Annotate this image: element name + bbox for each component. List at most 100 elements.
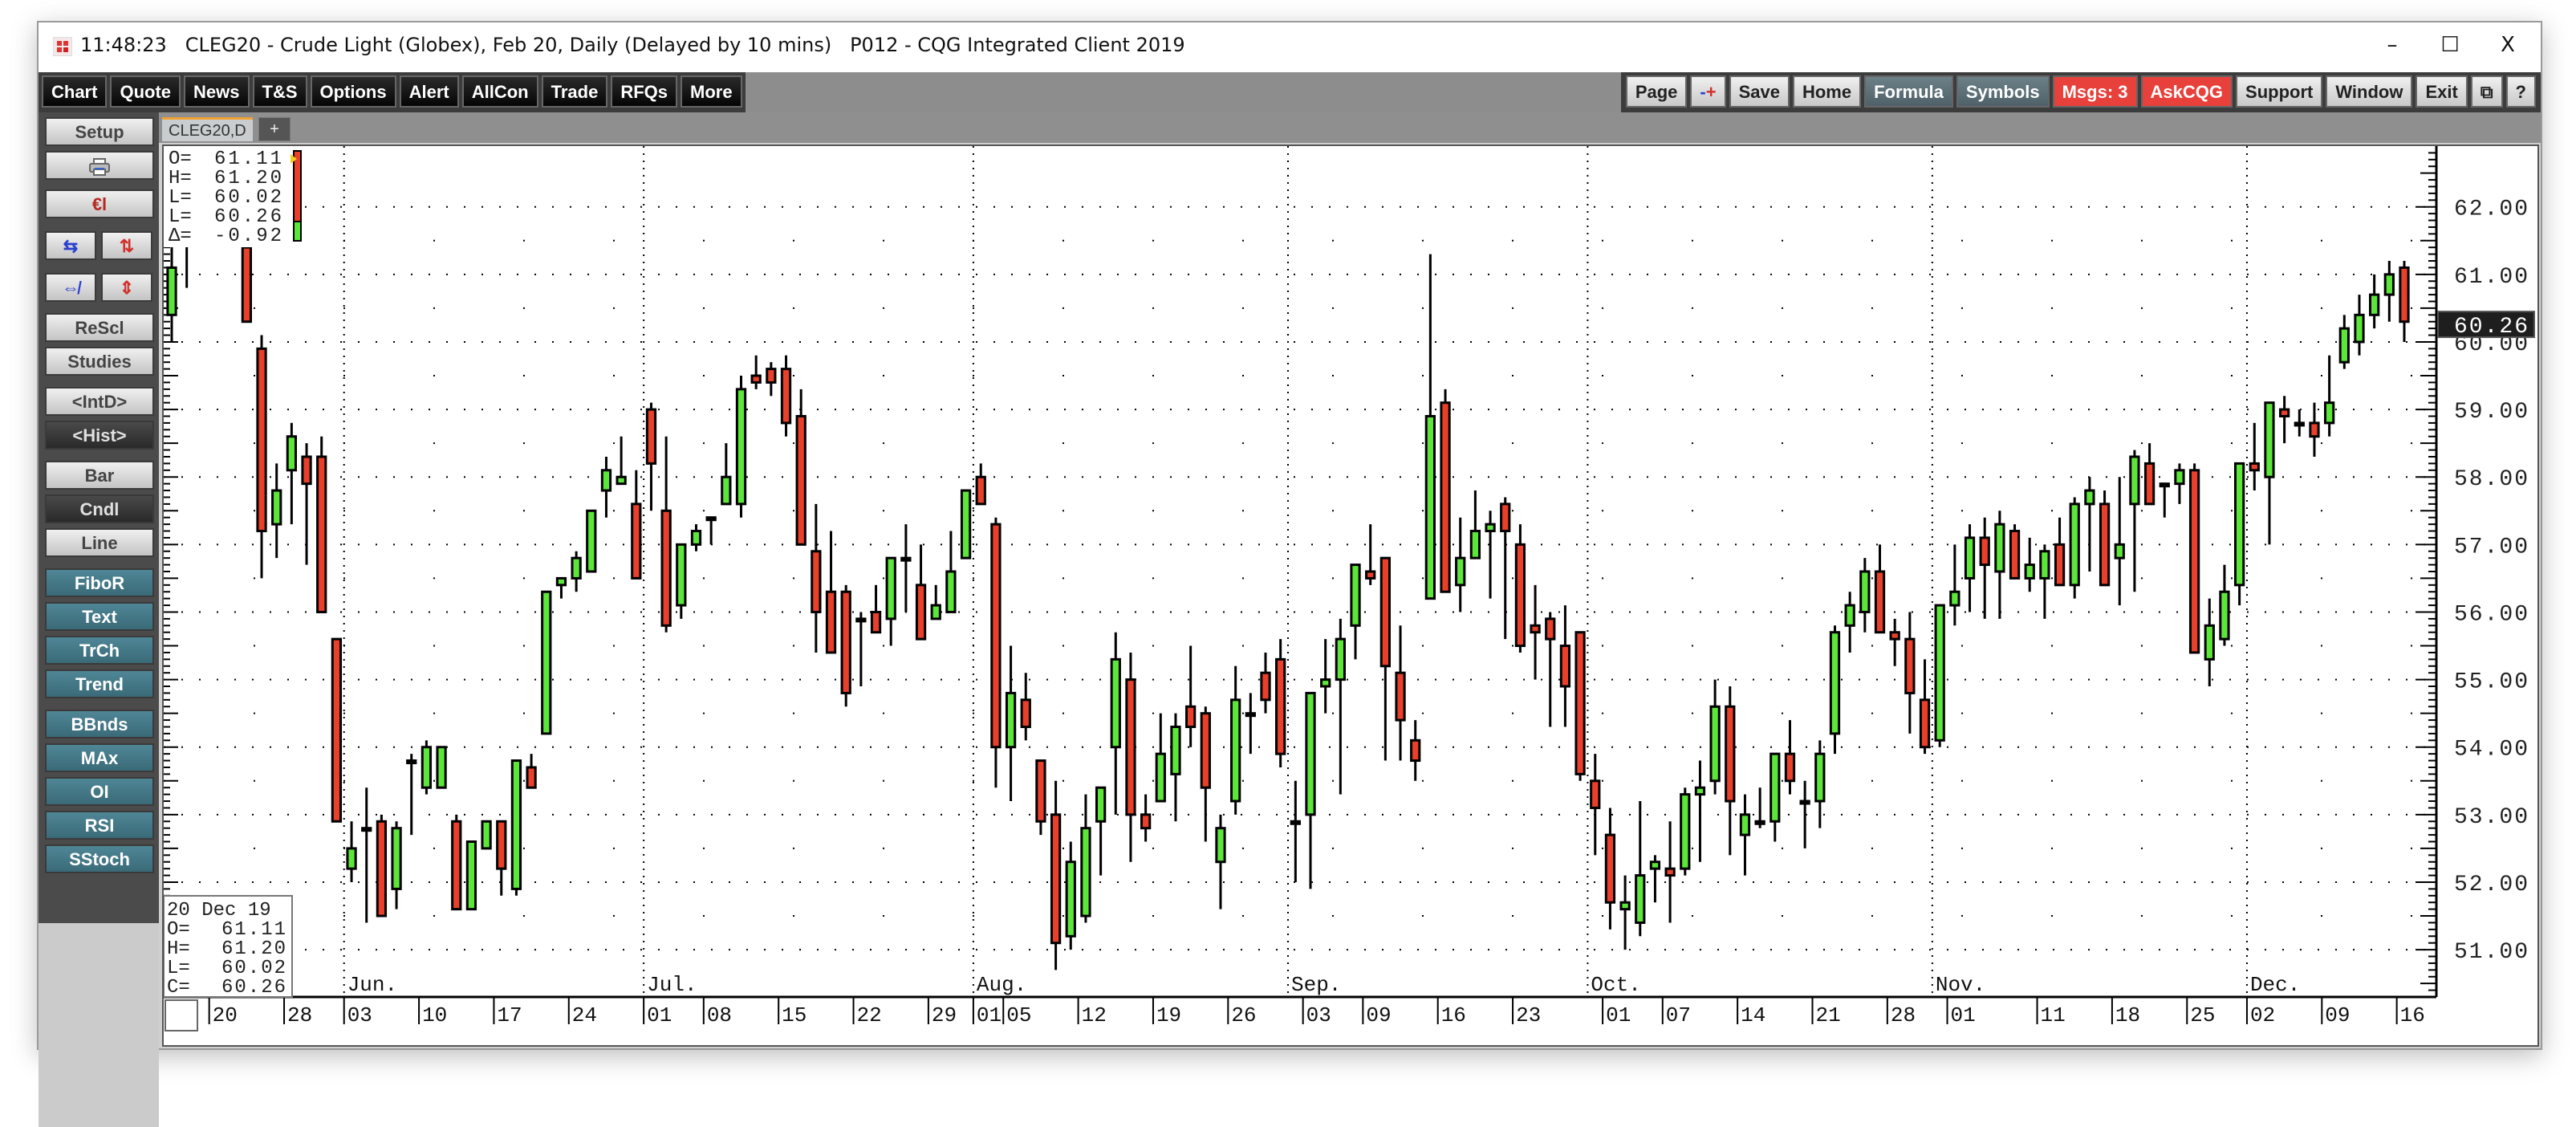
candle-body-down	[241, 246, 252, 323]
toolbar-allcon-button[interactable]: AllCon	[461, 75, 538, 108]
candle[interactable]	[2099, 490, 2111, 587]
close-button[interactable]: X	[2480, 29, 2536, 61]
toolbar-restore-layout-button[interactable]: ⧉	[2470, 75, 2503, 108]
ohlc-bottom-date: 20 Dec 19	[167, 900, 271, 922]
candle-body-down	[2143, 462, 2155, 506]
study-bbnds-button[interactable]: BBnds	[45, 710, 154, 738]
historical-button[interactable]: <Hist>	[45, 421, 154, 450]
toolbar-msgs3-button[interactable]: Msgs: 3	[2052, 75, 2138, 108]
tool-fibor-button[interactable]: FiboR	[45, 568, 154, 597]
candle-body-up	[2383, 273, 2395, 296]
candle[interactable]	[735, 376, 747, 518]
candle-body-down	[1395, 671, 1406, 722]
compress-vertical-button[interactable]: ⇕	[101, 273, 152, 302]
study-rsi-button[interactable]: RSI	[45, 811, 154, 840]
candle[interactable]	[510, 759, 522, 896]
candle[interactable]	[465, 840, 477, 911]
candle[interactable]	[481, 820, 492, 850]
candle[interactable]	[376, 814, 388, 917]
candle-body-up	[1005, 691, 1017, 749]
toolbar-rfqs-button[interactable]: RFQs	[611, 75, 678, 108]
setup-button[interactable]: Setup	[45, 117, 154, 146]
candle[interactable]	[2009, 524, 2021, 580]
study-sstoch-button[interactable]: SStoch	[45, 844, 154, 873]
toolbar-trade-button[interactable]: Trade	[541, 75, 608, 108]
study-oi-button[interactable]: OI	[45, 777, 154, 806]
print-button[interactable]	[45, 151, 154, 180]
candle[interactable]	[2069, 497, 2080, 599]
candle-body-up	[1769, 752, 1781, 823]
candle[interactable]	[960, 489, 972, 559]
candle-body-up	[855, 617, 867, 623]
candle-body-up	[2084, 489, 2095, 506]
candle[interactable]	[331, 637, 343, 823]
candle[interactable]	[586, 509, 597, 573]
add-tab-button[interactable]: +	[258, 117, 291, 141]
toolbar-alert-button[interactable]: Alert	[399, 75, 459, 108]
tab-cleg20-d[interactable]: CLEG20,D	[162, 117, 253, 141]
candle[interactable]	[451, 814, 462, 911]
window-title-text: CLEG20 - Crude Light (Globex), Feb 20, D…	[185, 34, 1185, 56]
toolbar-ts-button[interactable]: T&S	[252, 75, 307, 108]
candle[interactable]	[541, 590, 552, 735]
candle[interactable]	[1680, 787, 1691, 876]
toolbar-chart-button[interactable]: Chart	[42, 75, 108, 108]
toolbar-formula-button[interactable]: Formula	[1864, 75, 1953, 108]
candle[interactable]	[1275, 639, 1286, 767]
swap-vertical-button[interactable]: ⇅	[101, 231, 152, 260]
candle[interactable]	[2233, 462, 2245, 606]
ohlc-bottom-value: 60.26	[221, 977, 287, 999]
candle[interactable]	[1440, 389, 1451, 593]
candle-chart-type-button[interactable]: Cndl	[45, 494, 154, 523]
candle[interactable]	[421, 740, 433, 795]
tool-trch-button[interactable]: TrCh	[45, 636, 154, 665]
toolbar-help-button[interactable]: ?	[2505, 75, 2536, 108]
candle[interactable]	[840, 584, 851, 707]
candle-body-down	[915, 584, 927, 641]
ohlc-top-value: -0.92	[214, 226, 284, 247]
chart-input-box[interactable]	[165, 999, 198, 1031]
toolbar-page-button[interactable]: Page	[1625, 75, 1688, 108]
studies-button[interactable]: Studies	[45, 347, 154, 376]
maximize-button[interactable]: ☐	[2422, 29, 2478, 61]
candlestick-chart[interactable]: 62.0061.0060.0059.0058.0057.0056.0055.00…	[163, 146, 2537, 1045]
date-tick-label: 01	[1951, 1003, 1976, 1027]
compress-horizontal-button[interactable]: ⇎	[45, 273, 96, 302]
swap-horizontal-button[interactable]: ⇆	[45, 231, 96, 260]
candle[interactable]	[1574, 631, 1586, 781]
excel-link-button[interactable]: €l	[45, 189, 154, 218]
minimize-button[interactable]: –	[2364, 29, 2420, 61]
toolbar-more-button[interactable]: More	[681, 75, 742, 108]
toolbar-quote-button[interactable]: Quote	[110, 75, 181, 108]
toolbar-window-button[interactable]: Window	[2326, 75, 2413, 108]
rescale-button[interactable]: ReScl	[45, 313, 154, 342]
window-title: 11:48:23 CLEG20 - Crude Light (Globex), …	[80, 34, 1185, 56]
candle[interactable]	[2188, 463, 2200, 654]
toolbar-exit-button[interactable]: Exit	[2416, 75, 2468, 108]
toolbar-zoom-toggle-button[interactable]: -+	[1690, 75, 1726, 108]
tool-text-button[interactable]: Text	[45, 602, 154, 631]
toolbar-support-button[interactable]: Support	[2236, 75, 2323, 108]
toolbar-home-button[interactable]: Home	[1792, 75, 1862, 108]
toolbar-save-button[interactable]: Save	[1729, 75, 1790, 108]
candle-body-down	[301, 455, 312, 486]
candle[interactable]	[1514, 524, 1526, 653]
candle[interactable]	[316, 436, 327, 613]
bar-chart-type-button[interactable]: Bar	[45, 461, 154, 490]
line-chart-type-button[interactable]: Line	[45, 528, 154, 557]
toolbar-options-button[interactable]: Options	[310, 75, 396, 108]
tool-trend-button[interactable]: Trend	[45, 669, 154, 698]
toolbar-symbols-button[interactable]: Symbols	[1956, 75, 2050, 108]
toolbar-askcqg-button[interactable]: AskCQG	[2140, 75, 2233, 108]
toolbar-news-button[interactable]: News	[184, 75, 250, 108]
month-label: Aug.	[977, 973, 1026, 997]
month-label: Oct.	[1591, 973, 1640, 997]
study-max-button[interactable]: MAx	[45, 743, 154, 772]
intraday-button[interactable]: <IntD>	[45, 387, 154, 416]
chart-area[interactable]: 62.00 61.00 60.00 59.00 58.00 57.00 56.00 55.00…	[162, 144, 2539, 1047]
candle[interactable]	[1829, 625, 1841, 755]
candle[interactable]	[1934, 604, 1945, 747]
candle[interactable]	[990, 517, 1002, 788]
candle[interactable]	[436, 746, 447, 789]
candle-body-up	[2233, 462, 2245, 587]
